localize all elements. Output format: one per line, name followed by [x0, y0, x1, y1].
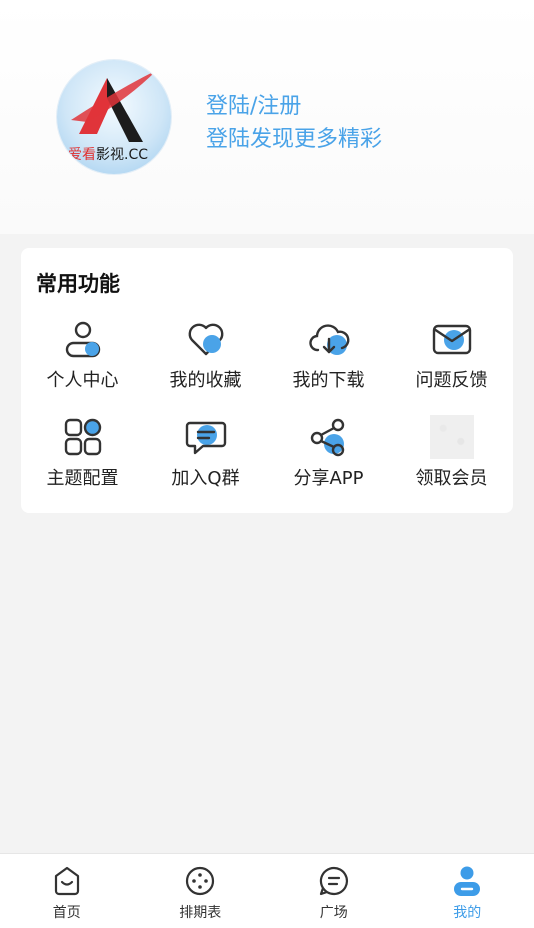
- nav-label: 我的: [453, 905, 482, 921]
- nav-mine[interactable]: 我的: [401, 854, 534, 928]
- feature-label: 我的下载: [292, 370, 365, 391]
- feature-theme[interactable]: 主题配置: [21, 414, 144, 490]
- bottom-nav: 首页 排期表 广场 我的: [0, 853, 534, 928]
- feature-join-qq-group[interactable]: 加入Q群: [144, 414, 267, 490]
- cloud-download-icon: [306, 316, 352, 362]
- nav-schedule[interactable]: 排期表: [134, 854, 268, 928]
- heart-icon: [183, 316, 229, 362]
- login-register-link[interactable]: 登陆/注册: [206, 88, 301, 120]
- nav-square[interactable]: 广场: [267, 854, 401, 928]
- feature-favorites[interactable]: 我的收藏: [144, 316, 267, 392]
- avatar[interactable]: 爱看影视.CC: [57, 60, 171, 174]
- feature-downloads[interactable]: 我的下载: [267, 316, 390, 392]
- nav-label: 首页: [52, 905, 81, 921]
- profile-page: 爱看影视.CC 登陆/注册 登陆发现更多精彩 常用功能 个人中心 我的收藏 我的…: [0, 0, 534, 928]
- home-icon: [54, 866, 79, 896]
- avatar-brand-red: 爱看: [68, 147, 96, 163]
- square-icon: [319, 866, 348, 896]
- grid-icon: [60, 414, 106, 460]
- login-subtitle[interactable]: 登陆发现更多精彩: [206, 121, 382, 153]
- profile-icon: [454, 866, 481, 896]
- feature-label: 问题反馈: [415, 370, 488, 391]
- common-features-card: 常用功能 个人中心 我的收藏 我的下载 问题反馈 主题配置 加入Q群 分享APP…: [21, 248, 513, 513]
- feature-feedback[interactable]: 问题反馈: [390, 316, 513, 392]
- feature-label: 个人中心: [46, 370, 119, 391]
- nav-label: 排期表: [179, 905, 222, 921]
- avatar-brand-text: 爱看影视.CC: [68, 144, 148, 164]
- feature-label: 主题配置: [46, 468, 119, 489]
- feature-label: 我的收藏: [169, 370, 242, 391]
- mail-icon: [429, 316, 475, 362]
- feature-label: 分享APP: [293, 468, 364, 489]
- feature-label: 领取会员: [415, 468, 488, 489]
- nav-label: 广场: [319, 905, 348, 921]
- feature-claim-vip[interactable]: 领取会员: [390, 414, 513, 490]
- user-icon: [60, 316, 106, 362]
- schedule-icon: [186, 866, 215, 896]
- nav-home[interactable]: 首页: [0, 854, 134, 928]
- feature-share-app[interactable]: 分享APP: [267, 414, 390, 490]
- features-grid: 个人中心 我的收藏 我的下载 问题反馈 主题配置 加入Q群 分享APP 领取会员: [21, 316, 513, 490]
- chat-icon: [183, 414, 229, 460]
- avatar-brand-dark: 影视.CC: [96, 147, 149, 163]
- card-title: 常用功能: [36, 272, 120, 296]
- profile-header: 爱看影视.CC 登陆/注册 登陆发现更多精彩: [0, 0, 534, 234]
- share-icon: [306, 414, 352, 460]
- feature-personal-center[interactable]: 个人中心: [21, 316, 144, 392]
- feature-label: 加入Q群: [171, 468, 240, 489]
- vip-image: [429, 414, 475, 460]
